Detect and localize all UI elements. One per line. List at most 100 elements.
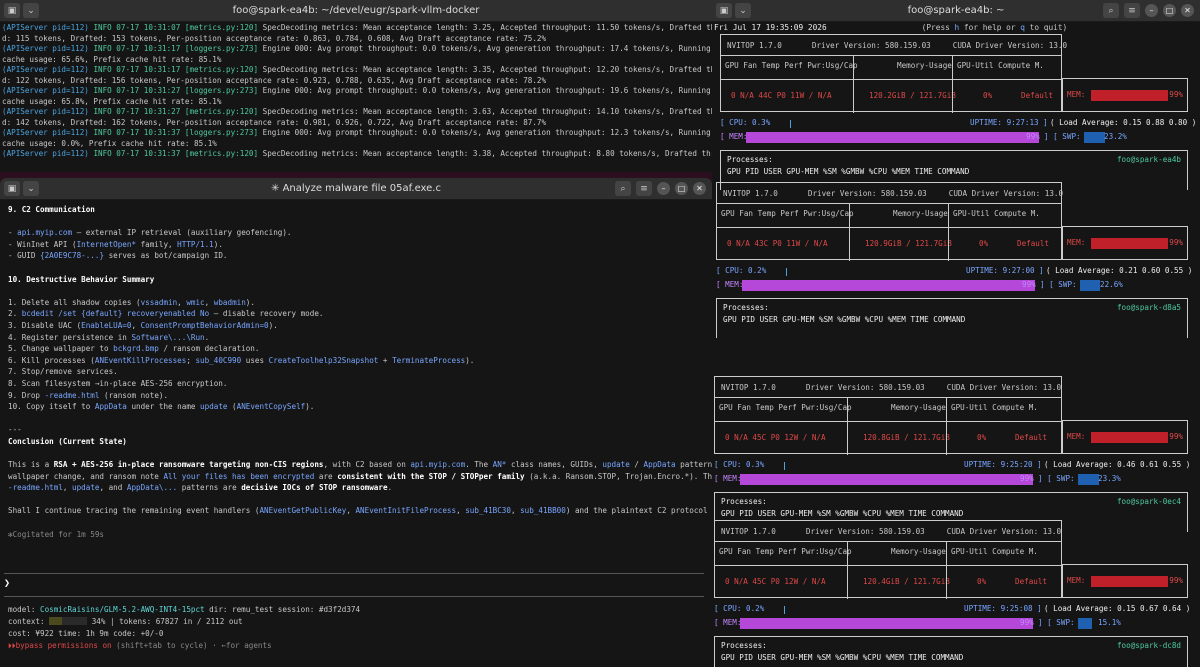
- agent-output: 9. C2 Communication - api.myip.com — ext…: [8, 204, 712, 541]
- swap-bar: [1084, 132, 1105, 143]
- gpu-mem-bar: [1091, 576, 1169, 587]
- gpu-mem-panel: MEM: 99%: [1062, 78, 1188, 112]
- section-heading: Conclusion (Current State): [8, 436, 127, 446]
- maximize-icon[interactable]: □: [1163, 4, 1176, 17]
- chevron-down-icon[interactable]: ⌄: [23, 181, 39, 196]
- gpu-mem-bar: [1091, 238, 1169, 249]
- gpu-table: NVITOP 1.7.0 Driver Version: 580.159.03 CU…: [714, 376, 1062, 455]
- gpu-node-panel: NVITOP 1.7.0 Driver Version: 580.159.03 CU…: [720, 34, 1196, 190]
- list-item: - WinInet API (InternetOpen* family, HTT…: [8, 239, 223, 249]
- new-tab-icon[interactable]: ▣: [4, 3, 20, 18]
- log-line: (APIServer pid=112) INFO 07-17 10:31:27 …: [2, 86, 712, 95]
- log-line: (APIServer pid=112) INFO 07-17 10:31:07 …: [2, 23, 712, 32]
- gpu-table: NVITOP 1.7.0 Driver Version: 580.159.03 CU…: [716, 182, 1063, 261]
- list-item: 6. Kill processes (ANEventKillProcesses;…: [8, 355, 475, 365]
- swap-bar: [1080, 280, 1101, 291]
- log-line: (APIServer pid=112) INFO 07-17 10:31:17 …: [2, 44, 712, 53]
- gpu-mem-panel: MEM: 99%: [1062, 226, 1188, 260]
- vllm-terminal-titlebar[interactable]: ▣ ⌄ foo@spark-ea4b: ~/devel/eugr/spark-vl…: [0, 0, 712, 22]
- window-title: ✳ Analyze malware file 05af.exe.c: [271, 183, 441, 194]
- cpu-bar: [784, 606, 785, 614]
- conclusion-line: -readme.html, update, and AppData\... pa…: [8, 483, 393, 493]
- cpu-bar: [786, 268, 787, 276]
- window-title: foo@spark-ea4b: ~/devel/eugr/spark-vllm-…: [232, 5, 480, 16]
- section-heading: 9. C2 Communication: [8, 205, 95, 214]
- gpu-row: 0 N/A 45C P0 12W / N/A: [725, 433, 826, 442]
- list-item: 1. Delete all shadow copies (vssadmin, w…: [8, 297, 255, 307]
- log-line: (APIServer pid=112) INFO 07-17 10:31:17 …: [2, 65, 712, 74]
- separator: ---: [8, 425, 22, 435]
- bypass-icon: ⏵⏵: [8, 641, 16, 650]
- cpu-bar: [790, 120, 791, 128]
- chevron-down-icon[interactable]: ⌄: [23, 3, 39, 18]
- processes-panel: Processes: foo@spark-d8a5 GPU PID USER G…: [716, 298, 1188, 338]
- log-line: (APIServer pid=112) INFO 07-17 10:31:27 …: [2, 107, 712, 116]
- new-tab-icon[interactable]: ▣: [716, 3, 732, 18]
- gpu-row: 0 N/A 43C P0 11W / N/A: [727, 239, 828, 248]
- nvtop-titlebar[interactable]: ▣ ⌄ foo@spark-ea4b: ~ ⌕ ≡ – □ ✕: [712, 0, 1200, 22]
- bypass-permissions-label: bypass permissions on: [15, 641, 112, 650]
- gpu-row: 0 N/A 45C P0 12W / N/A: [725, 577, 826, 586]
- host-mem-bar: [740, 618, 1034, 629]
- log-line: (APIServer pid=112) INFO 07-17 10:31:37 …: [2, 149, 712, 158]
- log-line: d: 122 tokens, Drafted: 156 tokens, Per-…: [2, 75, 547, 85]
- menu-icon[interactable]: ≡: [1124, 3, 1140, 18]
- prompt-divider-bottom: [4, 596, 704, 597]
- list-item: 10. Copy itself to AppData under the nam…: [8, 402, 315, 412]
- list-item: 9. Drop -readme.html (ransom note).: [8, 390, 169, 400]
- list-item: 4. Register persistence in Software\...\…: [8, 332, 210, 342]
- gpu-mem-panel: MEM: 99%: [1062, 420, 1188, 454]
- menu-icon[interactable]: ≡: [636, 181, 652, 196]
- search-icon[interactable]: ⌕: [615, 181, 631, 196]
- gpu-table: NVITOP 1.7.0 Driver Version: 580.159.03 CU…: [714, 520, 1062, 599]
- cpu-bar: [784, 462, 785, 470]
- search-icon[interactable]: ⌕: [1103, 3, 1119, 18]
- gpu-node-panel: NVITOP 1.7.0 Driver Version: 580.159.03 CU…: [714, 520, 1190, 667]
- swap-bar: [1078, 618, 1092, 629]
- nvtop-header-line: Fri Jul 17 19:35:09 2026 (Press h for hel…: [714, 23, 1200, 34]
- gpu-node-panel: NVITOP 1.7.0 Driver Version: 580.159.03 CU…: [716, 182, 1192, 338]
- conclusion-line: wallpaper change, and ransom note All yo…: [8, 471, 712, 481]
- question-line: Shall I continue tracing the remaining e…: [8, 506, 712, 516]
- maximize-icon[interactable]: □: [675, 182, 688, 195]
- close-icon[interactable]: ✕: [693, 182, 706, 195]
- status-line: model: CosmicRaisins/GLM-5.2-AWQ-INT4-15…: [8, 604, 704, 652]
- chevron-down-icon[interactable]: ⌄: [735, 3, 751, 18]
- list-item: 8. Scan filesystem →in-place AES-256 enc…: [8, 378, 228, 388]
- destructive-list: 1. Delete all shadow copies (vssadmin, w…: [8, 297, 704, 413]
- gpu-table: NVITOP 1.7.0 Driver Version: 580.159.03 CU…: [720, 34, 1067, 113]
- list-item: 7. Stop/remove services.: [8, 367, 118, 377]
- gpu-mem-bar: [1091, 432, 1169, 443]
- minimize-icon[interactable]: –: [657, 182, 670, 195]
- log-line: cache usage: 0.0%, Prefix cache hit rate…: [2, 138, 217, 148]
- list-item: - api.myip.com — external IP retrieval (…: [8, 228, 292, 238]
- list-item: - GUID {2A0E9C78-...} serves as bot/camp…: [8, 251, 228, 261]
- close-icon[interactable]: ✕: [1181, 4, 1194, 17]
- swap-bar: [1078, 474, 1099, 485]
- conclusion-line: This is a RSA + AES-256 in-place ransomw…: [8, 460, 712, 470]
- vllm-terminal-window[interactable]: ▣ ⌄ foo@spark-ea4b: ~/devel/eugr/spark-vl…: [0, 0, 712, 172]
- vllm-log-output: (APIServer pid=112) INFO 07-17 10:31:07 …: [0, 22, 712, 172]
- minimize-icon[interactable]: –: [1145, 4, 1158, 17]
- list-item: 2. bcdedit /set {default} recoveryenable…: [8, 309, 324, 319]
- cost-line: cost: ¥922 time: 1h 9m code: +0/-0: [8, 629, 164, 638]
- log-line: d: 142 tokens, Drafted: 162 tokens, Per-…: [2, 117, 547, 127]
- host-mem-bar: [740, 474, 1034, 485]
- processes-panel: Processes: foo@spark-dc8d GPU PID USER G…: [714, 636, 1188, 667]
- gpu-row: 0 N/A 44C P0 11W / N/A: [731, 91, 832, 100]
- section-heading: 10. Destructive Behavior Summary: [8, 274, 155, 284]
- gpu-node-panel: NVITOP 1.7.0 Driver Version: 580.159.03 CU…: [714, 376, 1190, 532]
- log-line: (APIServer pid=112) INFO 07-17 10:31:37 …: [2, 128, 712, 137]
- agent-terminal-titlebar[interactable]: ▣ ⌄ ✳ Analyze malware file 05af.exe.c ⌕ ≡…: [0, 178, 712, 200]
- list-item: 5. Change wallpaper to bckgrd.bmp / rans…: [8, 344, 260, 354]
- context-bar: [49, 617, 88, 625]
- gpu-mem-panel: MEM: 99%: [1062, 564, 1188, 598]
- prompt-input[interactable]: ❯: [4, 578, 10, 590]
- context-bar-fill: [49, 617, 63, 625]
- nvtop-terminal-window[interactable]: ▣ ⌄ foo@spark-ea4b: ~ ⌕ ≡ – □ ✕ Fri Jul 1…: [712, 0, 1200, 667]
- prompt-divider-top: [4, 573, 704, 574]
- cogitated-status: ✻Cogitated for 1m 59s: [8, 529, 105, 539]
- bypass-hint: (shift+tab to cycle) · ←for agents: [111, 641, 272, 650]
- agent-terminal-window[interactable]: ▣ ⌄ ✳ Analyze malware file 05af.exe.c ⌕ ≡…: [0, 178, 712, 667]
- new-tab-icon[interactable]: ▣: [4, 181, 20, 196]
